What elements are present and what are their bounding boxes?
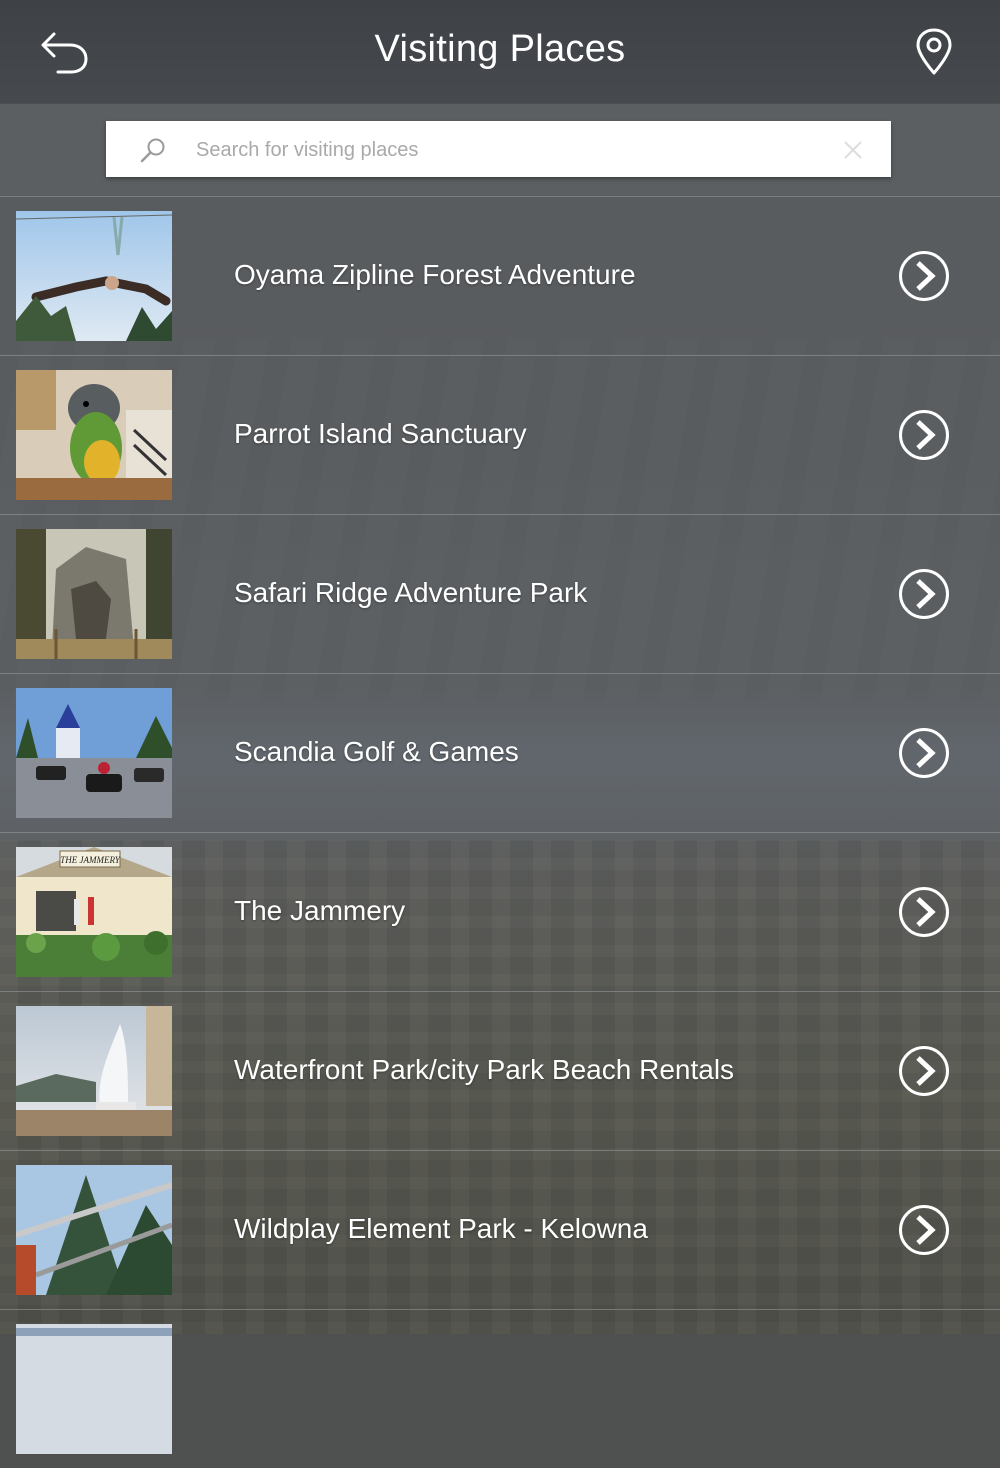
place-name: Safari Ridge Adventure Park [234,577,588,608]
list-item[interactable]: Parrot Island Sanctuary [0,355,1000,514]
place-name: Wildplay Element Park - Kelowna [234,1213,648,1244]
clear-icon[interactable] [842,139,864,161]
list-item[interactable]: Waterfront Park/city Park Beach Rentals [0,991,1000,1150]
chevron-right-circle-icon[interactable] [898,1045,950,1097]
list-item[interactable]: Safari Ridge Adventure Park [0,514,1000,673]
chevron-right-circle-icon[interactable] [898,568,950,620]
chevron-right-circle-icon[interactable] [898,1204,950,1256]
jammery-photo: THE JAMMERY [16,847,172,977]
jammery-sign-text: THE JAMMERY [60,855,121,865]
list-item[interactable]: THE JAMMERY The Jammery [0,832,1000,991]
go-karts-photo [16,688,172,818]
chevron-right-circle-icon[interactable] [898,409,950,461]
list-item[interactable]: Wildplay Element Park - Kelowna [0,1150,1000,1309]
map-pin-icon [916,28,952,75]
list-item-partial[interactable] [0,1309,1000,1468]
place-name: Parrot Island Sanctuary [234,418,527,449]
page-title: Visiting Places [374,28,626,70]
chevron-right-circle-icon[interactable] [898,250,950,302]
wildplay-photo [16,1165,172,1295]
search-field[interactable] [106,121,891,177]
parrot-photo [16,370,172,500]
search-icon [140,138,165,163]
partial-photo [16,1324,172,1454]
zipline-photo [16,211,172,341]
place-name: Waterfront Park/city Park Beach Rentals [234,1054,735,1085]
chevron-right-circle-icon[interactable] [898,886,950,938]
search-input[interactable] [194,129,818,171]
place-name: The Jammery [234,895,406,926]
map-button[interactable] [910,26,958,78]
safari-ridge-photo [16,529,172,659]
list-item[interactable]: Oyama Zipline Forest Adventure [0,196,1000,355]
places-list: Oyama Zipline Forest Adventure Parrot Is… [0,196,1000,1468]
list-item[interactable]: Scandia Golf & Games [0,673,1000,832]
dolphin-statue-photo [16,1006,172,1136]
app-header: Visiting Places [0,0,1000,104]
place-name: Oyama Zipline Forest Adventure [234,259,636,290]
chevron-right-circle-icon[interactable] [898,727,950,779]
place-name: Scandia Golf & Games [234,736,519,767]
